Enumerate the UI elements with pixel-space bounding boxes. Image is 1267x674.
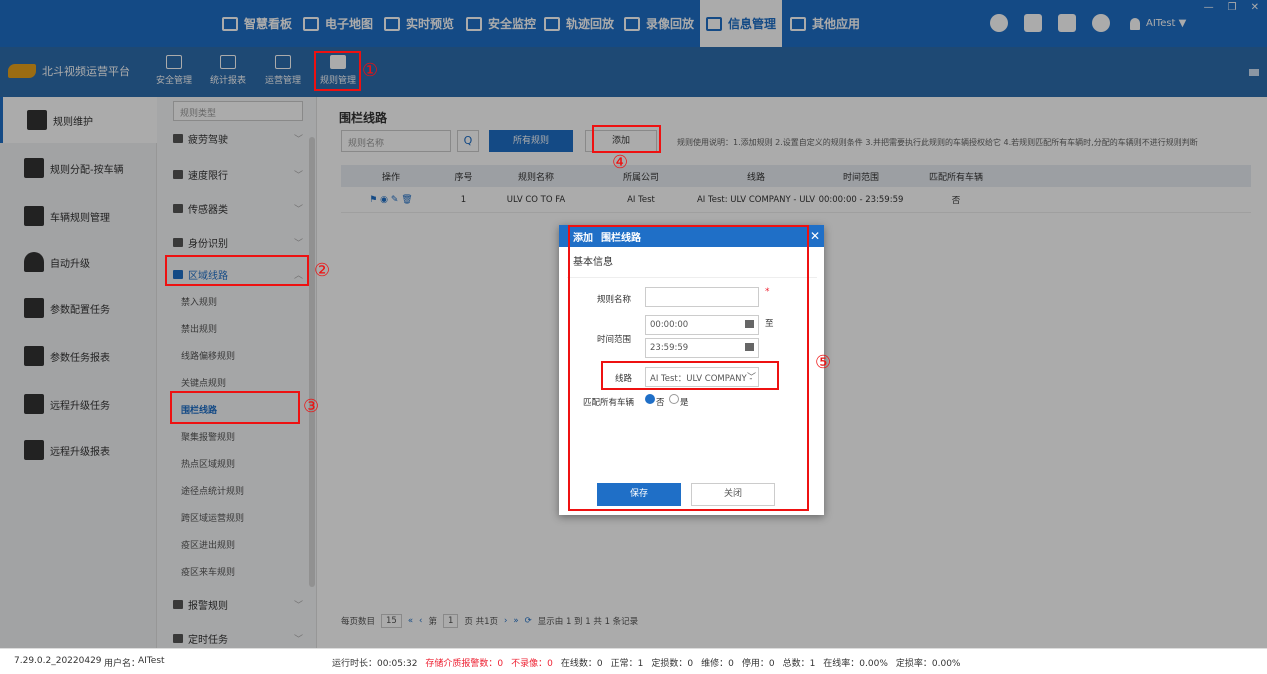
total-count: 总数：1 (782, 659, 816, 669)
damage-rate: 定损率：0.00% (895, 659, 961, 669)
annotation-box-rule-management (314, 51, 361, 91)
status-bar: 7.29.0.2_20220429 用户名： AITest 运行时长：00:05… (0, 648, 1267, 674)
online-count: 在线数：0 (560, 659, 603, 669)
annotation-box-route (601, 361, 779, 390)
version-text: 7.29.0.2_20220429 (14, 656, 102, 666)
user-label: 用户名： (104, 659, 141, 669)
annotation-box-add (592, 125, 661, 153)
annotation-box-area-route (165, 255, 309, 286)
annotation-1: ① (362, 60, 379, 81)
annotation-4: ④ (612, 152, 629, 173)
annotation-3: ③ (303, 396, 320, 417)
damaged-count: 定损数：0 (651, 659, 694, 669)
online-rate: 在线率：0.00% (823, 659, 888, 669)
storage-alarm: 存储介质报警数：0 (425, 659, 504, 669)
stopped-count: 停用：0 (741, 659, 775, 669)
annotation-box-fence-route (170, 391, 300, 424)
repair-count: 维修：0 (701, 659, 734, 669)
runtime: 运行时长：00:05:32 (332, 659, 418, 669)
user-name: AITest (138, 656, 165, 666)
annotation-5: ⑤ (815, 352, 832, 373)
annotation-2: ② (314, 260, 331, 281)
normal-count: 正常：1 (610, 659, 644, 669)
close-icon[interactable]: ✕ (810, 229, 820, 243)
status-stats: 运行时长：00:05:32 存储介质报警数：0 不录像：0 在线数：0 正常：1… (332, 656, 960, 669)
no-record: 不录像：0 (511, 659, 553, 669)
